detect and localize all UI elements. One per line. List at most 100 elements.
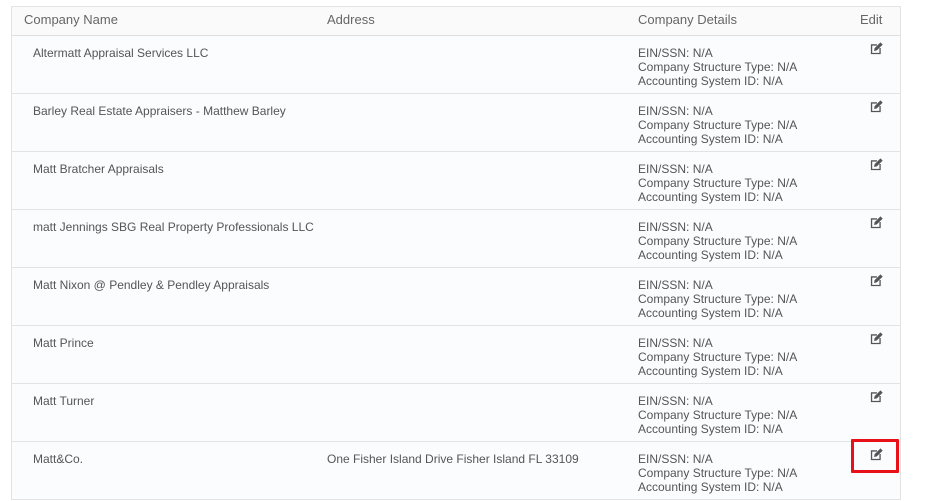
table-row: Altermatt Appraisal Services LLC EIN/SSN:… <box>12 36 900 94</box>
company-details: EIN/SSN: N/A Company Structure Type: N/A A… <box>638 104 797 146</box>
accounting-label: Accounting System ID: <box>638 480 760 494</box>
structure-value: N/A <box>777 118 798 132</box>
edit-icon <box>869 331 884 351</box>
structure-line: Company Structure Type: N/A <box>638 350 797 364</box>
structure-line: Company Structure Type: N/A <box>638 466 797 480</box>
accounting-line: Accounting System ID: N/A <box>638 74 797 88</box>
edit-button[interactable] <box>868 99 885 119</box>
accounting-value: N/A <box>762 422 783 436</box>
accounting-value: N/A <box>762 364 783 378</box>
company-name: Altermatt Appraisal Services LLC <box>33 46 209 60</box>
structure-label: Company Structure Type: <box>638 118 774 132</box>
accounting-value: N/A <box>762 190 783 204</box>
edit-icon <box>869 157 884 177</box>
structure-label: Company Structure Type: <box>638 234 774 248</box>
ein-label: EIN/SSN: <box>638 220 690 234</box>
column-header-company-details: Company Details <box>638 12 737 27</box>
structure-value: N/A <box>777 408 798 422</box>
ein-label: EIN/SSN: <box>638 162 690 176</box>
ein-value: N/A <box>692 162 713 176</box>
accounting-value: N/A <box>762 132 783 146</box>
ein-line: EIN/SSN: N/A <box>638 104 797 118</box>
accounting-label: Accounting System ID: <box>638 132 760 146</box>
structure-value: N/A <box>777 60 798 74</box>
structure-label: Company Structure Type: <box>638 176 774 190</box>
ein-line: EIN/SSN: N/A <box>638 394 797 408</box>
accounting-line: Accounting System ID: N/A <box>638 190 797 204</box>
column-header-company-name[interactable]: Company Name <box>24 12 118 27</box>
accounting-line: Accounting System ID: N/A <box>638 306 797 320</box>
column-header-edit: Edit <box>860 12 883 27</box>
accounting-value: N/A <box>762 480 783 494</box>
company-name: Barley Real Estate Appraisers - Matthew … <box>33 104 286 118</box>
company-details: EIN/SSN: N/A Company Structure Type: N/A A… <box>638 394 797 436</box>
structure-value: N/A <box>777 176 798 190</box>
structure-value: N/A <box>777 292 798 306</box>
company-details: EIN/SSN: N/A Company Structure Type: N/A A… <box>638 220 797 262</box>
edit-icon <box>869 389 884 409</box>
structure-line: Company Structure Type: N/A <box>638 234 797 248</box>
edit-icon <box>869 41 884 61</box>
ein-line: EIN/SSN: N/A <box>638 220 797 234</box>
ein-value: N/A <box>692 394 713 408</box>
ein-label: EIN/SSN: <box>638 104 690 118</box>
accounting-line: Accounting System ID: N/A <box>638 422 797 436</box>
accounting-value: N/A <box>762 74 783 88</box>
structure-line: Company Structure Type: N/A <box>638 60 797 74</box>
companies-table: Company Name Address Company Details Edi… <box>11 6 901 500</box>
table-row: Matt Nixon @ Pendley & Pendley Appraisal… <box>12 268 900 326</box>
ein-value: N/A <box>692 46 713 60</box>
accounting-label: Accounting System ID: <box>638 364 760 378</box>
structure-value: N/A <box>777 234 798 248</box>
ein-line: EIN/SSN: N/A <box>638 46 797 60</box>
ein-label: EIN/SSN: <box>638 278 690 292</box>
accounting-value: N/A <box>762 306 783 320</box>
table-body: Altermatt Appraisal Services LLC EIN/SSN:… <box>12 36 900 500</box>
edit-button[interactable] <box>868 331 885 351</box>
ein-value: N/A <box>692 278 713 292</box>
structure-label: Company Structure Type: <box>638 350 774 364</box>
ein-value: N/A <box>692 336 713 350</box>
structure-line: Company Structure Type: N/A <box>638 176 797 190</box>
company-details: EIN/SSN: N/A Company Structure Type: N/A A… <box>638 162 797 204</box>
structure-label: Company Structure Type: <box>638 292 774 306</box>
edit-button[interactable] <box>868 389 885 409</box>
structure-value: N/A <box>777 350 798 364</box>
table-row: Barley Real Estate Appraisers - Matthew … <box>12 94 900 152</box>
structure-line: Company Structure Type: N/A <box>638 408 797 422</box>
edit-icon <box>869 99 884 119</box>
ein-line: EIN/SSN: N/A <box>638 336 797 350</box>
accounting-line: Accounting System ID: N/A <box>638 132 797 146</box>
company-details: EIN/SSN: N/A Company Structure Type: N/A A… <box>638 336 797 378</box>
edit-icon <box>869 273 884 293</box>
table-row: Matt&Co. One Fisher Island Drive Fisher I… <box>12 442 900 500</box>
company-name: Matt Bratcher Appraisals <box>33 162 164 176</box>
table-header: Company Name Address Company Details Edi… <box>12 7 900 36</box>
ein-line: EIN/SSN: N/A <box>638 278 797 292</box>
ein-label: EIN/SSN: <box>638 336 690 350</box>
accounting-label: Accounting System ID: <box>638 306 760 320</box>
company-details: EIN/SSN: N/A Company Structure Type: N/A A… <box>638 278 797 320</box>
accounting-label: Accounting System ID: <box>638 248 760 262</box>
column-header-address[interactable]: Address <box>327 12 375 27</box>
edit-button[interactable] <box>868 215 885 233</box>
edit-button[interactable] <box>868 157 885 177</box>
accounting-label: Accounting System ID: <box>638 422 760 436</box>
company-details: EIN/SSN: N/A Company Structure Type: N/A A… <box>638 452 797 494</box>
ein-value: N/A <box>692 220 713 234</box>
table-row: matt Jennings SBG Real Property Professi… <box>12 210 900 268</box>
ein-value: N/A <box>692 452 713 466</box>
table-row: Matt Prince EIN/SSN: N/A Company Structure… <box>12 326 900 384</box>
company-name: Matt Prince <box>33 336 94 350</box>
company-details: EIN/SSN: N/A Company Structure Type: N/A A… <box>638 46 797 88</box>
structure-label: Company Structure Type: <box>638 408 774 422</box>
ein-label: EIN/SSN: <box>638 394 690 408</box>
ein-line: EIN/SSN: N/A <box>638 162 797 176</box>
edit-button[interactable] <box>868 273 885 293</box>
structure-label: Company Structure Type: <box>638 466 774 480</box>
company-name: Matt&Co. <box>33 452 84 466</box>
edit-button[interactable] <box>868 41 885 61</box>
structure-label: Company Structure Type: <box>638 60 774 74</box>
accounting-value: N/A <box>762 248 783 262</box>
accounting-label: Accounting System ID: <box>638 74 760 88</box>
